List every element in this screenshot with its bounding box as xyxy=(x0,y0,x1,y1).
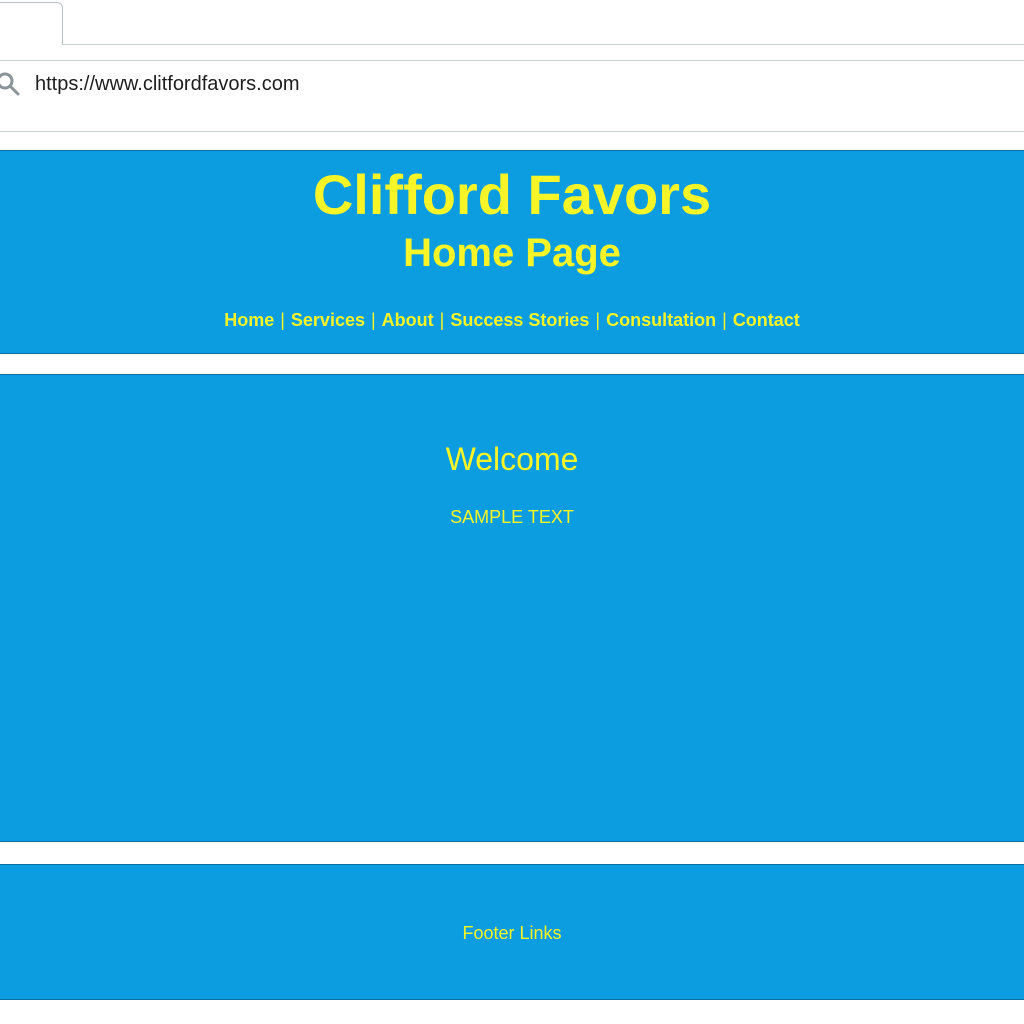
tab-strip xyxy=(0,0,1024,45)
nav-link-consultation[interactable]: Consultation xyxy=(606,310,716,330)
nav-separator: | xyxy=(595,310,601,330)
nav-separator: | xyxy=(722,310,727,330)
site-title: Clifford Favors xyxy=(312,163,712,226)
browser-window: https://www.clitfordfavors.com Clifford … xyxy=(0,0,1024,1024)
nav-link-contact[interactable]: Contact xyxy=(733,310,800,330)
nav-link-services[interactable]: Services xyxy=(291,310,365,330)
page-subtitle: Home Page xyxy=(403,231,621,275)
site-footer: Footer Links xyxy=(0,864,1024,1000)
main-content: Welcome SAMPLE TEXT xyxy=(0,374,1024,842)
browser-tab[interactable] xyxy=(0,2,63,45)
nav-separator: | xyxy=(439,310,445,330)
nav-link-home[interactable]: Home xyxy=(224,310,274,330)
nav-link-success-stories[interactable]: Success Stories xyxy=(450,310,589,330)
footer-links[interactable]: Footer Links xyxy=(0,923,1024,944)
nav-separator: | xyxy=(370,310,376,330)
welcome-heading: Welcome xyxy=(445,441,579,477)
main-nav: Home | Services | About | Success Stories | Cons… xyxy=(0,310,1024,331)
nav-separator: | xyxy=(280,310,285,330)
nav-link-about[interactable]: About xyxy=(382,310,434,330)
site-header: Clifford Favors Home Page Home | Services |… xyxy=(0,150,1024,354)
sample-text: SAMPLE TEXT xyxy=(450,507,574,527)
search-icon xyxy=(0,72,20,96)
url-text[interactable]: https://www.clitfordfavors.com xyxy=(35,73,300,96)
address-bar[interactable]: https://www.clitfordfavors.com xyxy=(0,60,1024,108)
bookmarks-bar xyxy=(0,107,1024,132)
